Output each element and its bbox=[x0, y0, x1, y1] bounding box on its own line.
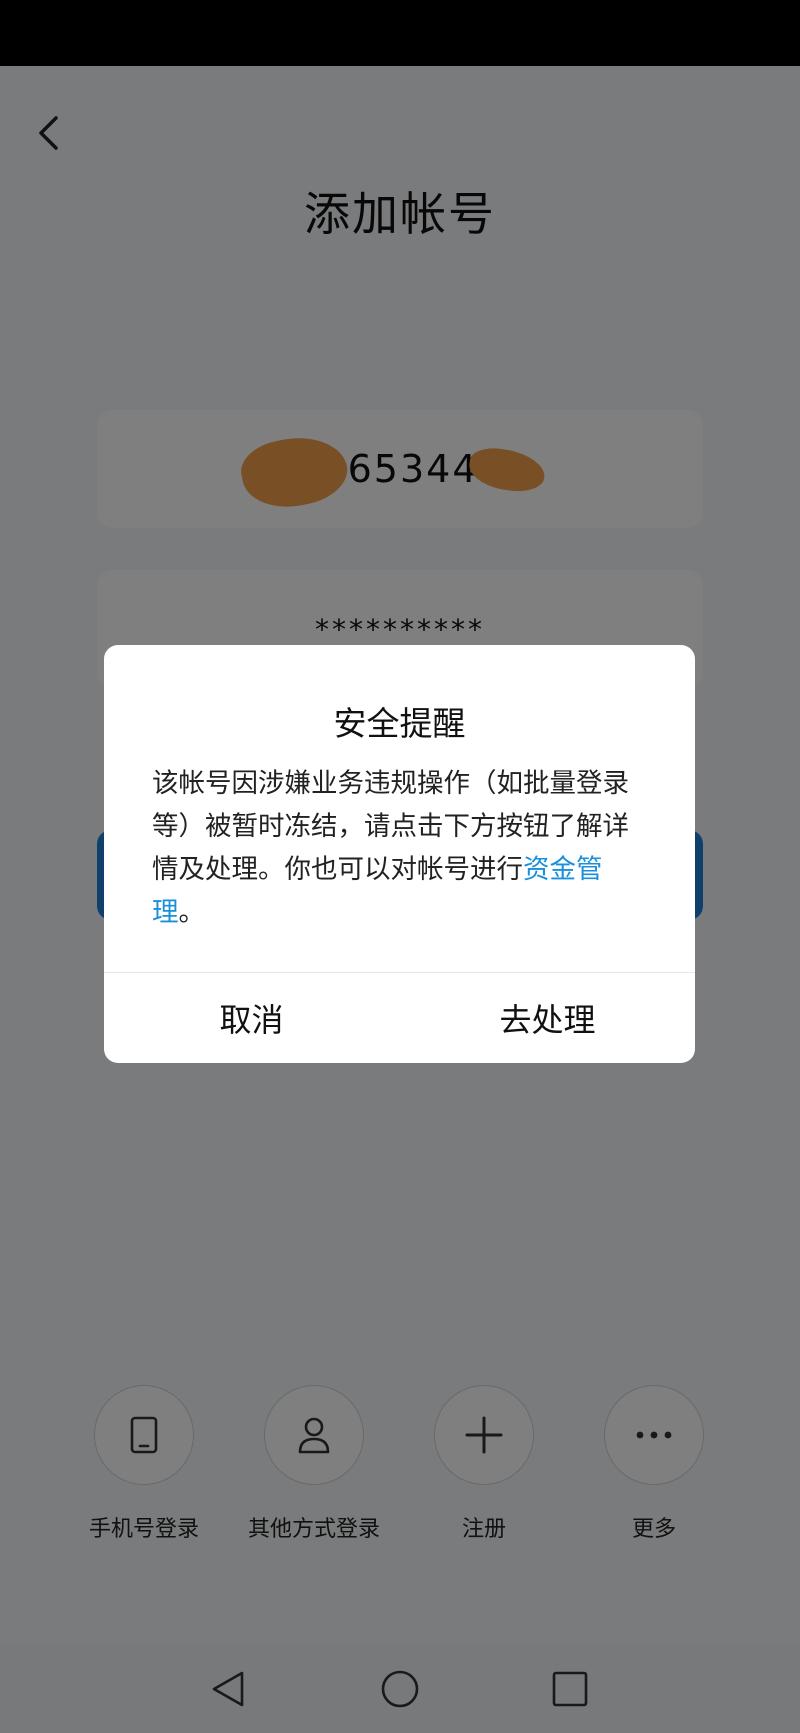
cancel-button[interactable]: 取消 bbox=[104, 973, 399, 1063]
dialog-message-end: 。 bbox=[178, 897, 206, 928]
handle-button[interactable]: 去处理 bbox=[400, 973, 695, 1063]
dialog-title: 安全提醒 bbox=[333, 704, 466, 743]
dialog-message: 该帐号因涉嫌业务违规操作（如批量登录等）被暂时冻结，请点击下方按钮了解详情及处理… bbox=[152, 762, 652, 934]
security-alert-dialog: 安全提醒 该帐号因涉嫌业务违规操作（如批量登录等）被暂时冻结，请点击下方按钮了解… bbox=[104, 645, 695, 1063]
status-bar bbox=[0, 0, 800, 66]
